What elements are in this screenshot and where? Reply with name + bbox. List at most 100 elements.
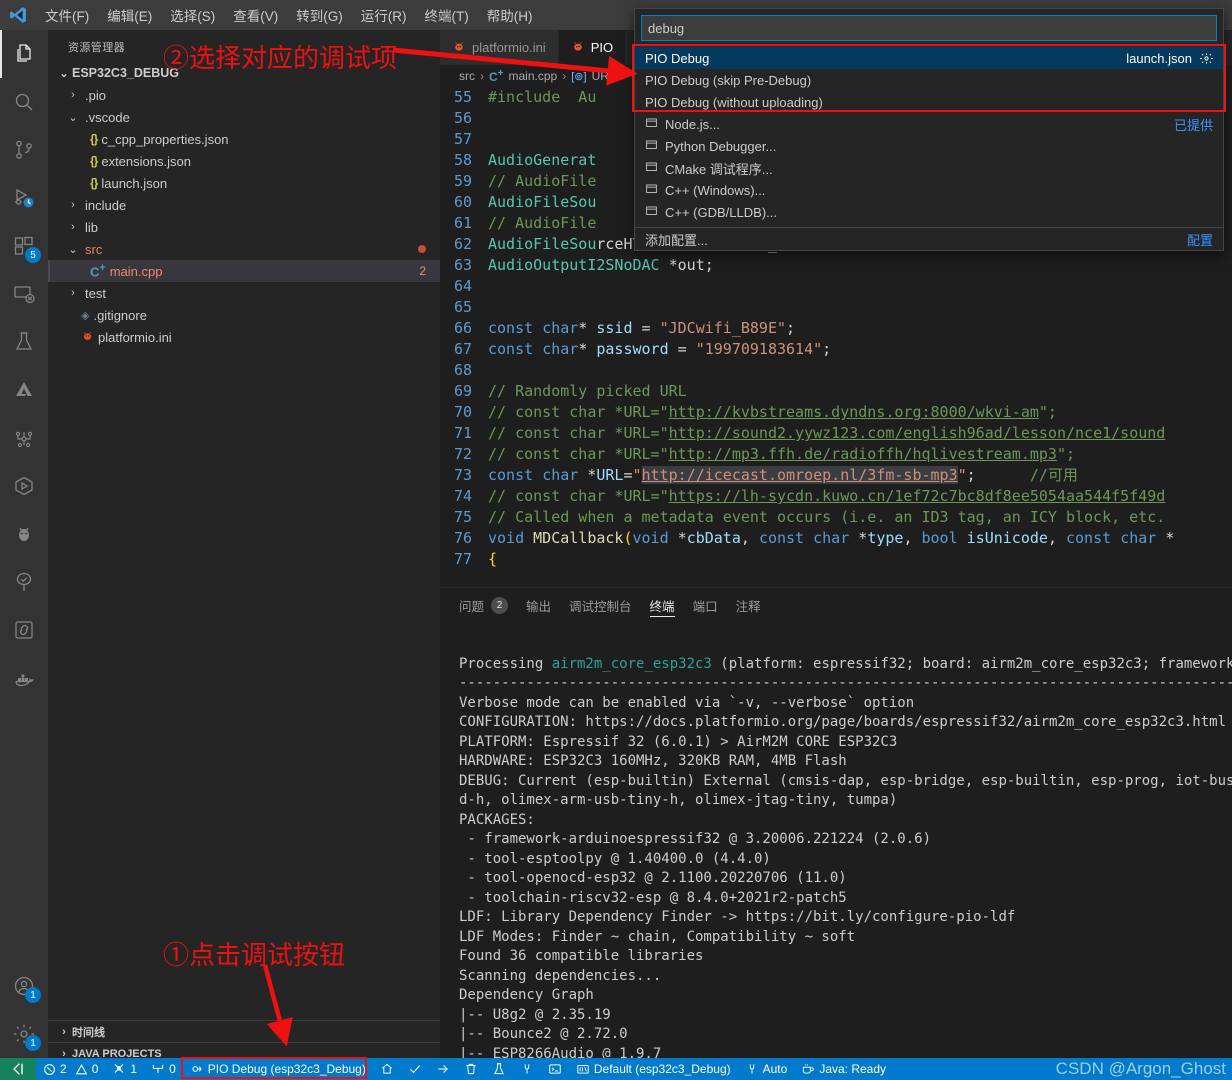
code-line: 73 const char *URL="http://icecast.omroep…	[440, 465, 1232, 486]
status-problems-errors[interactable]: 2 0	[36, 1058, 105, 1080]
activitybar-accounts[interactable]: 1	[0, 962, 48, 1010]
status-pio-test[interactable]	[485, 1058, 513, 1080]
activitybar-bug[interactable]	[0, 510, 48, 558]
activitybar-search[interactable]	[0, 78, 48, 126]
quick-pick-item-0[interactable]: PIO Debug launch.json	[635, 47, 1223, 69]
activitybar-docker[interactable]	[0, 654, 48, 702]
panel-tab-5[interactable]: 注释	[736, 588, 761, 623]
activitybar-source-control[interactable]	[0, 126, 48, 174]
status-pio-errors[interactable]: 1	[105, 1058, 144, 1080]
terminal-line: ----------------------------------------…	[459, 675, 1232, 691]
breadcrumb-file[interactable]: main.cpp	[509, 69, 558, 83]
activitybar-tree-check[interactable]	[0, 558, 48, 606]
panel-tab-2[interactable]: 调试控制台	[569, 588, 632, 623]
quick-pick-add-configuration[interactable]: 添加配置... 配置	[635, 228, 1223, 250]
status-pio-clean[interactable]	[457, 1058, 485, 1080]
quick-pick-item-7[interactable]: C++ (GDB/LLDB)...	[635, 201, 1223, 223]
search-icon	[12, 90, 36, 114]
configure-link[interactable]: 配置	[1187, 230, 1213, 249]
activitybar-platformio[interactable]	[0, 414, 48, 462]
arrow-right-icon	[436, 1062, 450, 1076]
activitybar-remote-explorer[interactable]	[0, 270, 48, 318]
sidebar-section-timeline[interactable]: › 时间线	[48, 1020, 440, 1042]
gear-icon[interactable]	[1200, 52, 1213, 65]
status-pio-terminal[interactable]	[541, 1058, 569, 1080]
menu-selection[interactable]: 选择(S)	[161, 2, 224, 28]
tree-item-lib[interactable]: › lib	[48, 216, 440, 238]
activitybar-run-debug[interactable]	[0, 174, 48, 222]
plug-icon	[745, 1062, 759, 1076]
tree-item-label: lib	[85, 219, 99, 235]
activitybar-link[interactable]	[0, 606, 48, 654]
tab-pio[interactable]: PIO	[558, 30, 627, 65]
status-pio-build[interactable]	[401, 1058, 429, 1080]
activitybar-extensions[interactable]: 5	[0, 222, 48, 270]
line-content: #include Au	[488, 88, 597, 106]
tree-item--gitignore[interactable]: ◈ .gitignore	[48, 304, 440, 326]
breadcrumb-folder[interactable]: src	[459, 69, 475, 83]
tree-item-include[interactable]: › include	[48, 194, 440, 216]
terminal-icon	[548, 1062, 562, 1076]
line-content: AudioGenerat	[488, 151, 597, 169]
panel-tab-3[interactable]: 终端	[649, 588, 675, 623]
quick-pick-item-4[interactable]: Python Debugger...	[635, 135, 1223, 157]
remote-window-icon[interactable]	[0, 1058, 36, 1080]
debug-target-label: PIO Debug (esp32c3_Debug)	[207, 1062, 366, 1076]
home-icon	[380, 1062, 394, 1076]
breadcrumb-symbol[interactable]: URL	[592, 69, 616, 83]
tree-item--vscode[interactable]: ⌄ .vscode	[48, 106, 440, 128]
status-pio-debug-target[interactable]: PIO Debug (esp32c3_Debug)	[183, 1058, 373, 1080]
activitybar-package[interactable]	[0, 462, 48, 510]
quick-pick-item-1[interactable]: PIO Debug (skip Pre-Debug)	[635, 69, 1223, 91]
tree-item-extensions-json[interactable]: {} extensions.json	[48, 150, 440, 172]
tree-item-platformio-ini[interactable]: platformio.ini	[48, 326, 440, 348]
menu-terminal[interactable]: 终端(T)	[416, 2, 478, 28]
menu-view[interactable]: 查看(V)	[224, 2, 287, 28]
chevron-down-icon: ⌄	[68, 111, 78, 124]
tree-item-launch-json[interactable]: {} launch.json	[48, 172, 440, 194]
menu-help[interactable]: 帮助(H)	[478, 2, 542, 28]
status-pio-upload[interactable]	[429, 1058, 457, 1080]
quick-pick-input[interactable]: debug	[641, 15, 1217, 41]
panel-tab-1[interactable]: 输出	[526, 588, 551, 623]
tab-label: platformio.ini	[472, 40, 546, 55]
panel-tab-label: 端口	[692, 600, 718, 614]
tree-item-test[interactable]: › test	[48, 282, 440, 304]
panel-tab-4[interactable]: 端口	[693, 588, 718, 623]
status-pio-home[interactable]	[373, 1058, 401, 1080]
status-pio-serial-monitor[interactable]	[513, 1058, 541, 1080]
tree-item--pio[interactable]: › .pio	[48, 84, 440, 106]
quick-pick-item-6[interactable]: C++ (Windows)...	[635, 179, 1223, 201]
activitybar-autodesk[interactable]	[0, 366, 48, 414]
terminal-output[interactable]: Processing airm2m_core_esp32c3 (platform…	[440, 623, 1232, 1069]
terminal-line: DEBUG: Current (esp-builtin) External (c…	[459, 772, 1232, 789]
panel-tab-0[interactable]: 问题 2	[459, 588, 509, 623]
status-pio-project-env[interactable]: Default (esp32c3_Debug)	[569, 1058, 738, 1080]
menu-go[interactable]: 转到(G)	[287, 2, 352, 28]
chevron-down-icon: ⌄	[68, 243, 78, 256]
quick-pick-item-right: launch.json	[1126, 51, 1213, 66]
activitybar-settings[interactable]: 1	[0, 1010, 48, 1058]
menu-file[interactable]: 文件(F)	[36, 2, 98, 28]
menu-run[interactable]: 运行(R)	[352, 2, 416, 28]
line-number: 55	[453, 88, 472, 106]
tree-item-main-cpp[interactable]: C+ main.cpp 2	[48, 260, 440, 282]
tree-item-src[interactable]: ⌄ src	[48, 238, 440, 260]
problem-count: 2	[419, 264, 426, 278]
terminal-env-link[interactable]: airm2m_core_esp32c3	[552, 656, 712, 672]
menu-edit[interactable]: 编辑(E)	[98, 2, 161, 28]
run-and-debug-icon	[12, 186, 36, 210]
quick-pick-item-3[interactable]: Node.js... 已提供	[635, 113, 1223, 135]
quick-pick-item-2[interactable]: PIO Debug (without uploading)	[635, 91, 1223, 113]
chevron-right-icon: ›	[71, 287, 75, 299]
status-pio-port[interactable]: Auto	[738, 1058, 795, 1080]
panel-tab-label: 问题	[459, 600, 485, 614]
activitybar-explorer[interactable]	[0, 30, 48, 78]
line-content: AudioFileSou	[488, 193, 597, 211]
tree-item-c-cpp-properties-json[interactable]: {} c_cpp_properties.json	[48, 128, 440, 150]
activitybar-testing[interactable]	[0, 318, 48, 366]
quick-pick-item-5[interactable]: CMake 调试程序...	[635, 157, 1223, 179]
status-pio-warnings[interactable]: 0	[144, 1058, 183, 1080]
status-java[interactable]: Java: Ready	[794, 1058, 893, 1080]
tab-platformio-ini[interactable]: platformio.ini	[440, 30, 559, 65]
